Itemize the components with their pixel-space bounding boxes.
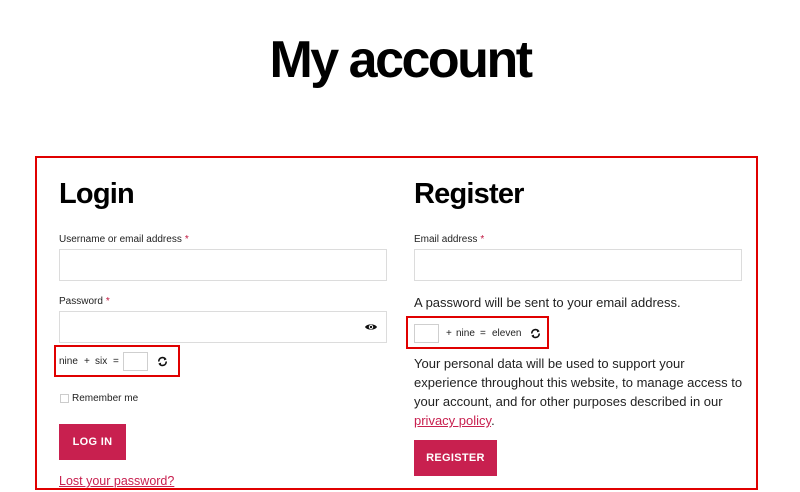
eye-icon[interactable] [364,322,378,332]
password-label: Password * [59,296,110,307]
captcha-operator: + [84,356,90,367]
required-mark: * [105,296,110,307]
privacy-notice-end: . [491,413,495,428]
privacy-notice-text: Your personal data will be used to suppo… [414,356,743,409]
captcha-answer-input[interactable] [414,324,439,343]
captcha-equals: = [480,328,486,339]
email-input[interactable] [414,249,742,281]
username-input[interactable] [59,249,387,281]
register-button[interactable]: REGISTER [414,440,497,476]
password-input[interactable] [59,311,387,343]
register-heading: Register [414,178,524,210]
refresh-icon[interactable] [530,328,541,339]
remember-me-label: Remember me [72,393,139,404]
captcha-operand-right: six [95,356,108,367]
login-captcha-highlight: nine + six = [54,345,180,377]
username-label-text: Username or email address [59,234,182,245]
email-label-text: Email address [414,234,478,245]
required-mark: * [480,234,485,245]
password-label-text: Password [59,296,103,307]
username-label: Username or email address * [59,234,189,245]
captcha-operand-left: nine [59,356,78,367]
page-title: My account [269,31,533,89]
remember-me-checkbox[interactable] [60,394,69,403]
email-label: Email address * [414,234,484,245]
required-mark: * [184,234,189,245]
captcha-result: eleven [492,328,522,339]
captcha-operand: nine [456,328,475,339]
refresh-icon[interactable] [157,356,168,367]
login-heading: Login [59,178,135,210]
captcha-equals: = [113,356,119,367]
password-note: A password will be sent to your email ad… [414,295,681,310]
captcha-answer-input[interactable] [123,352,148,371]
privacy-notice: Your personal data will be used to suppo… [414,354,749,430]
privacy-policy-link[interactable]: privacy policy [414,413,491,428]
log-in-button[interactable]: LOG IN [59,424,126,460]
lost-password-link[interactable]: Lost your password? [59,474,174,488]
captcha-operator: + [446,328,452,339]
account-forms-highlight: Login Username or email address * Passwor… [35,156,758,490]
register-captcha-highlight: + nine = eleven [406,316,549,349]
